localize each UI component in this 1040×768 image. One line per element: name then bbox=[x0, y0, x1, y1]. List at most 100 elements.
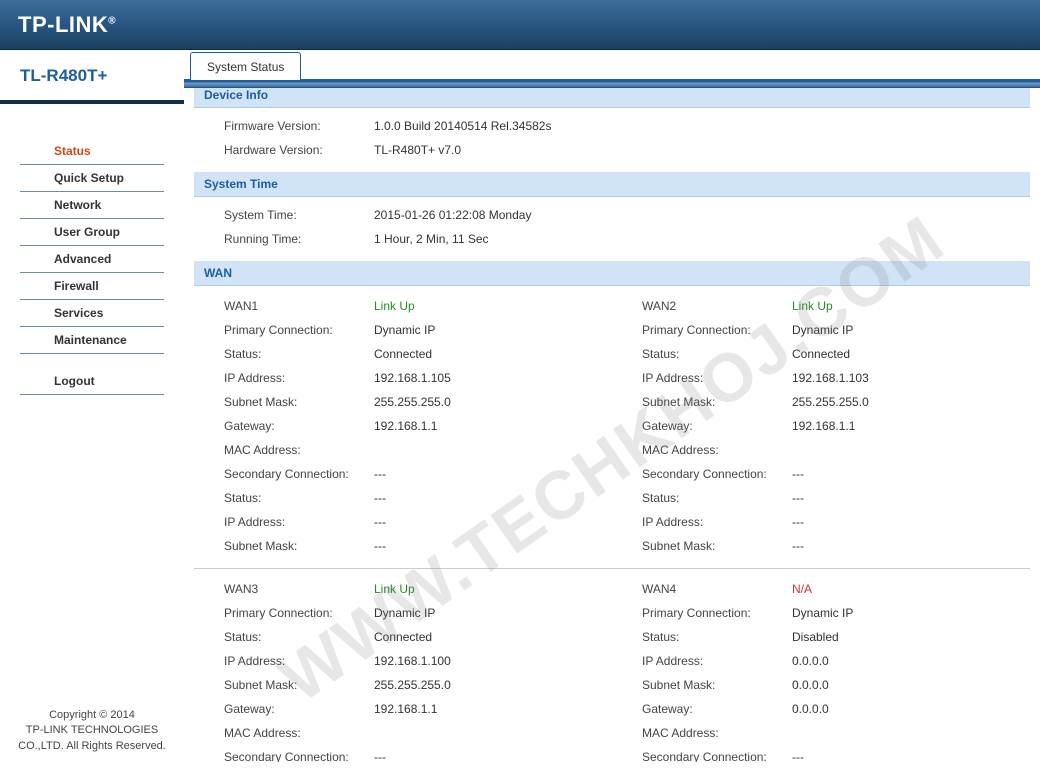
kv-hardware: Hardware Version: TL-R480T+ v7.0 bbox=[194, 138, 1030, 162]
wan-row: IP Address:192.168.1.100 bbox=[224, 649, 612, 673]
wan-row: Gateway:0.0.0.0 bbox=[642, 697, 1030, 721]
value-sip: --- bbox=[374, 515, 386, 529]
wan-col-wan2: WAN2Link UpPrimary Connection:Dynamic IP… bbox=[612, 286, 1030, 569]
value-firmware: 1.0.0 Build 20140514 Rel.34582s bbox=[374, 119, 551, 133]
wan-col-wan1: WAN1Link UpPrimary Connection:Dynamic IP… bbox=[194, 286, 612, 569]
wan-name: WAN2 bbox=[642, 299, 792, 313]
kv-firmware: Firmware Version: 1.0.0 Build 20140514 R… bbox=[194, 114, 1030, 138]
value-status: Disabled bbox=[792, 630, 839, 644]
sidebar-item-advanced[interactable]: Advanced bbox=[20, 246, 164, 273]
value-mask: 255.255.255.0 bbox=[374, 678, 451, 692]
label-secondary: Secondary Connection: bbox=[224, 467, 374, 481]
sidebar-item-user-group[interactable]: User Group bbox=[20, 219, 164, 246]
label-gw: Gateway: bbox=[224, 419, 374, 433]
label-mac: MAC Address: bbox=[642, 443, 792, 457]
wan-col-wan3: WAN3Link UpPrimary Connection:Dynamic IP… bbox=[194, 569, 612, 762]
value-smask: --- bbox=[374, 539, 386, 553]
wan-row: Subnet Mask:0.0.0.0 bbox=[642, 673, 1030, 697]
label-ip: IP Address: bbox=[642, 654, 792, 668]
wan-row: Status:Connected bbox=[224, 625, 612, 649]
label-runtime: Running Time: bbox=[224, 232, 374, 246]
wan-row: WAN2Link Up bbox=[642, 294, 1030, 318]
value-primary: Dynamic IP bbox=[792, 323, 853, 337]
value-gw: 192.168.1.1 bbox=[792, 419, 855, 433]
tab-bar: System Status bbox=[184, 50, 1040, 82]
wan-row: Secondary Connection:--- bbox=[224, 462, 612, 486]
wan-link-status: N/A bbox=[792, 582, 812, 596]
label-mac: MAC Address: bbox=[224, 726, 374, 740]
label-sip: IP Address: bbox=[224, 515, 374, 529]
wan-row: Primary Connection:Dynamic IP bbox=[224, 318, 612, 342]
wan-row: Secondary Connection:--- bbox=[224, 745, 612, 762]
wan-row: Subnet Mask:--- bbox=[224, 534, 612, 558]
wan-col-wan4: WAN4N/APrimary Connection:Dynamic IPStat… bbox=[612, 569, 1030, 762]
wan-row: Gateway:192.168.1.1 bbox=[224, 697, 612, 721]
value-mask: 0.0.0.0 bbox=[792, 678, 829, 692]
nav: StatusQuick SetupNetworkUser GroupAdvanc… bbox=[0, 108, 184, 395]
label-smask: Subnet Mask: bbox=[642, 539, 792, 553]
content: Device Info Firmware Version: 1.0.0 Buil… bbox=[184, 88, 1040, 762]
tab-system-status[interactable]: System Status bbox=[190, 52, 301, 80]
sidebar-item-logout[interactable]: Logout bbox=[20, 368, 164, 395]
label-status: Status: bbox=[224, 347, 374, 361]
header-bar: TP-LINK® bbox=[0, 0, 1040, 50]
wan-row: WAN1Link Up bbox=[224, 294, 612, 318]
sidebar-item-maintenance[interactable]: Maintenance bbox=[20, 327, 164, 354]
wan-name: WAN1 bbox=[224, 299, 374, 313]
value-secondary: --- bbox=[792, 750, 804, 762]
wan-row: WAN4N/A bbox=[642, 577, 1030, 601]
label-systime: System Time: bbox=[224, 208, 374, 222]
label-mask: Subnet Mask: bbox=[224, 395, 374, 409]
wan-row: Primary Connection:Dynamic IP bbox=[642, 318, 1030, 342]
wan-row: Subnet Mask:255.255.255.0 bbox=[642, 390, 1030, 414]
wan-row: Gateway:192.168.1.1 bbox=[224, 414, 612, 438]
copyright: Copyright © 2014TP-LINK TECHNOLOGIESCO.,… bbox=[0, 708, 184, 754]
value-ip: 192.168.1.100 bbox=[374, 654, 451, 668]
wan-row: MAC Address: bbox=[642, 721, 1030, 745]
value-primary: Dynamic IP bbox=[374, 606, 435, 620]
wan-row: Status:--- bbox=[642, 486, 1030, 510]
wan-row: Gateway:192.168.1.1 bbox=[642, 414, 1030, 438]
wan-row: Status:Disabled bbox=[642, 625, 1030, 649]
value-secondary: --- bbox=[374, 467, 386, 481]
value-sip: --- bbox=[792, 515, 804, 529]
wan-row: IP Address:192.168.1.105 bbox=[224, 366, 612, 390]
value-status: Connected bbox=[374, 630, 432, 644]
label-smask: Subnet Mask: bbox=[224, 539, 374, 553]
main: System Status Device Info Firmware Versi… bbox=[184, 50, 1040, 768]
label-primary: Primary Connection: bbox=[224, 323, 374, 337]
model-label: TL-R480T+ bbox=[0, 50, 184, 104]
wan-row: Status:--- bbox=[224, 486, 612, 510]
value-gw: 0.0.0.0 bbox=[792, 702, 829, 716]
label-ip: IP Address: bbox=[642, 371, 792, 385]
sidebar-item-services[interactable]: Services bbox=[20, 300, 164, 327]
label-hardware: Hardware Version: bbox=[224, 143, 374, 157]
value-smask: --- bbox=[792, 539, 804, 553]
wan-row: MAC Address: bbox=[224, 721, 612, 745]
wan-row: Primary Connection:Dynamic IP bbox=[642, 601, 1030, 625]
section-wan: WAN bbox=[194, 261, 1030, 286]
wan-row: Status:Connected bbox=[224, 342, 612, 366]
label-sstatus: Status: bbox=[642, 491, 792, 505]
value-primary: Dynamic IP bbox=[792, 606, 853, 620]
value-hardware: TL-R480T+ v7.0 bbox=[374, 143, 461, 157]
sidebar-item-status[interactable]: Status bbox=[20, 138, 164, 165]
label-status: Status: bbox=[224, 630, 374, 644]
label-mask: Subnet Mask: bbox=[642, 395, 792, 409]
label-mac: MAC Address: bbox=[642, 726, 792, 740]
value-ip: 192.168.1.103 bbox=[792, 371, 869, 385]
value-ip: 192.168.1.105 bbox=[374, 371, 451, 385]
sidebar-item-firewall[interactable]: Firewall bbox=[20, 273, 164, 300]
label-primary: Primary Connection: bbox=[642, 323, 792, 337]
label-ip: IP Address: bbox=[224, 654, 374, 668]
sidebar-item-network[interactable]: Network bbox=[20, 192, 164, 219]
label-sstatus: Status: bbox=[224, 491, 374, 505]
wan-row: Subnet Mask:255.255.255.0 bbox=[224, 673, 612, 697]
sidebar-item-quick-setup[interactable]: Quick Setup bbox=[20, 165, 164, 192]
label-mac: MAC Address: bbox=[224, 443, 374, 457]
wan-link-status: Link Up bbox=[374, 299, 415, 313]
label-mask: Subnet Mask: bbox=[224, 678, 374, 692]
wan-name: WAN3 bbox=[224, 582, 374, 596]
value-secondary: --- bbox=[374, 750, 386, 762]
wan-grid: WAN1Link UpPrimary Connection:Dynamic IP… bbox=[194, 286, 1030, 762]
